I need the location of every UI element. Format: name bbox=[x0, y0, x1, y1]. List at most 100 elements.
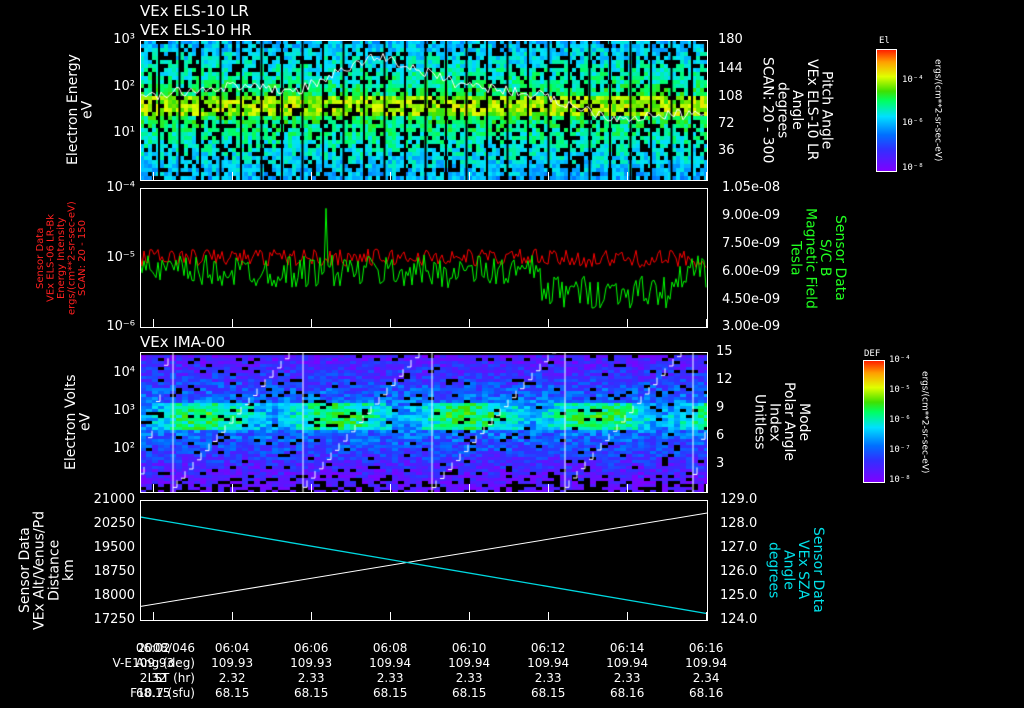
ve-ang-value: 109.94 bbox=[369, 656, 412, 670]
x-tick-mark bbox=[469, 172, 471, 180]
f107-value: 68.15 bbox=[451, 686, 487, 700]
cbar1-title: El bbox=[879, 36, 890, 46]
ve-ang-value: 109.93 bbox=[290, 656, 333, 670]
panel1-frame bbox=[140, 40, 708, 181]
time-tick: 06:04 bbox=[214, 641, 250, 655]
p3-y2tick: 12 bbox=[716, 372, 733, 387]
x-tick-mark bbox=[390, 319, 392, 327]
p1-ylabel: Electron Energy eV bbox=[65, 54, 96, 166]
x-tick-mark bbox=[706, 484, 708, 492]
p3-ytick: 10⁴ bbox=[113, 365, 135, 380]
p2-y2tick: 4.50e-09 bbox=[722, 292, 781, 307]
p2-ytick: 10⁻⁴ bbox=[106, 180, 135, 195]
lst-value: 2.34 bbox=[692, 671, 720, 685]
cbar1-units: ergs/(cm**2-sr-sec-eV) bbox=[932, 58, 943, 162]
p3-ytick: 10³ bbox=[113, 403, 135, 418]
x-tick-mark bbox=[627, 319, 629, 327]
x-tick-mark bbox=[232, 612, 234, 620]
p4-y2tick: 127.0 bbox=[720, 540, 758, 555]
lst-value: 2.33 bbox=[455, 671, 483, 685]
x-tick-mark bbox=[232, 172, 234, 180]
f107-value: 68.16 bbox=[688, 686, 724, 700]
x-tick-mark bbox=[548, 319, 550, 327]
p4-y2tick: 128.0 bbox=[720, 516, 758, 531]
f107-value: 68.15 bbox=[372, 686, 408, 700]
p4-y2tick: 129.0 bbox=[720, 492, 758, 507]
x-tick-mark bbox=[232, 319, 234, 327]
x-tick-mark bbox=[311, 484, 313, 492]
p1-ytick: 10¹ bbox=[113, 125, 135, 140]
p3-y2tick: 15 bbox=[716, 344, 733, 359]
p4-ytick: 20250 bbox=[93, 516, 135, 531]
x-tick-mark bbox=[627, 612, 629, 620]
p2-y2label: Sensor Data S/C B Magnetic Field Tesla bbox=[787, 207, 848, 309]
panel4-frame bbox=[140, 500, 708, 621]
x-tick-mark bbox=[706, 612, 708, 620]
ve-ang-value: 109.94 bbox=[448, 656, 491, 670]
x-tick-mark bbox=[232, 484, 234, 492]
p1-y2tick: 180 bbox=[718, 32, 743, 47]
f107-value: 68.16 bbox=[609, 686, 645, 700]
panel3-frame bbox=[140, 352, 708, 493]
cbar2-tick: 10⁻⁴ bbox=[889, 355, 911, 365]
cbar2-units: ergs/(cm**2-sr-sec-eV) bbox=[919, 370, 930, 474]
p3-ylabel: Electron Volts eV bbox=[63, 374, 94, 470]
ve-ang-value: 109.93 bbox=[132, 656, 175, 670]
x-tick-mark bbox=[469, 319, 471, 327]
cbar1-tick: 10⁻⁴ bbox=[902, 75, 924, 85]
x-tick-mark bbox=[311, 612, 313, 620]
x-tick-mark bbox=[153, 484, 155, 492]
x-tick-mark bbox=[706, 319, 708, 327]
p2-y2tick: 7.50e-09 bbox=[722, 236, 781, 251]
p1-y2tick: 72 bbox=[718, 116, 735, 131]
f107-value: 68.15 bbox=[293, 686, 329, 700]
ve-ang-value: 109.94 bbox=[685, 656, 728, 670]
x-tick-mark bbox=[390, 484, 392, 492]
time-tick: 06:02 bbox=[135, 641, 171, 655]
cbar2-tick: 10⁻⁶ bbox=[889, 415, 911, 425]
p3-y2tick: 9 bbox=[716, 400, 725, 415]
p2-ylabel: Sensor Data VEx ELS-06 LR-Bk Energy Intens… bbox=[35, 201, 88, 315]
p4-ytick: 17250 bbox=[93, 612, 135, 627]
time-tick: 06:08 bbox=[372, 641, 408, 655]
lst-value: 2.33 bbox=[297, 671, 325, 685]
time-tick: 06:12 bbox=[530, 641, 566, 655]
ve-ang-value: 109.93 bbox=[211, 656, 254, 670]
f107-value: 68.15 bbox=[214, 686, 250, 700]
panel3-title: VEx IMA-00 bbox=[140, 333, 226, 351]
x-tick-mark bbox=[153, 612, 155, 620]
x-tick-mark bbox=[548, 484, 550, 492]
panel2-frame bbox=[140, 188, 708, 328]
p2-y2tick: 6.00e-09 bbox=[722, 264, 781, 279]
ve-ang-value: 109.94 bbox=[527, 656, 570, 670]
p2-ytick: 10⁻⁵ bbox=[106, 250, 135, 265]
cbar2-tick: 10⁻⁸ bbox=[889, 475, 911, 485]
x-tick-mark bbox=[469, 612, 471, 620]
p3-y2label: Mode Polar Angle Index Unitless bbox=[751, 382, 812, 462]
lst-value: 2.33 bbox=[613, 671, 641, 685]
x-tick-mark bbox=[548, 612, 550, 620]
x-tick-mark bbox=[311, 319, 313, 327]
x-tick-mark bbox=[153, 172, 155, 180]
p4-ytick: 18000 bbox=[93, 588, 135, 603]
f107-value: 68.15 bbox=[135, 686, 171, 700]
p2-ytick: 10⁻⁶ bbox=[106, 319, 135, 334]
x-tick-mark bbox=[627, 484, 629, 492]
p4-y2tick: 125.0 bbox=[720, 588, 758, 603]
colorbar-def bbox=[863, 360, 885, 483]
cbar2-tick: 10⁻⁷ bbox=[889, 445, 911, 455]
p4-y2tick: 126.0 bbox=[720, 564, 758, 579]
lst-value: 2.32 bbox=[139, 671, 167, 685]
x-tick-mark bbox=[627, 172, 629, 180]
cbar2-title: DEF bbox=[864, 349, 881, 359]
p3-y2tick: 6 bbox=[716, 428, 725, 443]
x-tick-mark bbox=[548, 172, 550, 180]
x-tick-mark bbox=[706, 172, 708, 180]
cbar1-tick: 10⁻⁶ bbox=[902, 118, 924, 128]
cbar2-tick: 10⁻⁵ bbox=[889, 385, 911, 395]
time-tick: 06:06 bbox=[293, 641, 329, 655]
p3-ytick: 10² bbox=[113, 441, 135, 456]
p3-y2tick: 3 bbox=[716, 456, 725, 471]
p1-ytick: 10³ bbox=[113, 32, 135, 47]
p2-y2tick: 1.05e-08 bbox=[722, 180, 781, 195]
